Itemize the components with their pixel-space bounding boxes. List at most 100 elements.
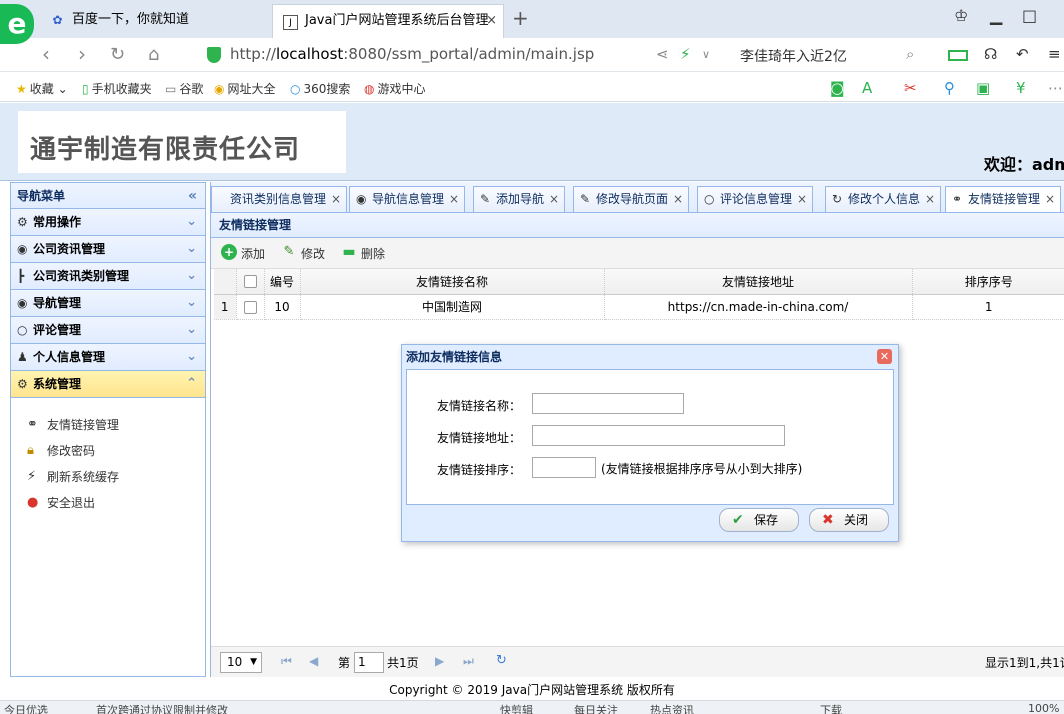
lightning-icon[interactable]: ⚡ [680,45,691,63]
shirt-icon[interactable]: ♔ [954,6,968,25]
dialog-title-bar[interactable]: 添加友情链接信息 ✕ [402,345,898,369]
table-row[interactable]: 1 10 中国制造网 https://cn.made-in-china.com/… [214,294,1064,320]
tab-news-category[interactable]: 资讯类别信息管理 × [211,186,348,212]
nav-item-change-password[interactable]: 🔒︎ 修改密码 [11,438,205,464]
link-name-input[interactable] [532,393,684,414]
link-url-input[interactable] [532,425,785,446]
page-number-input[interactable]: 1 [354,652,384,673]
tab-navigation[interactable]: ◉ 导航信息管理 × [349,186,466,212]
currency-icon[interactable]: ¥ [1016,79,1026,97]
close-tab-icon[interactable]: × [549,187,559,212]
delete-button[interactable]: ▬ 删除 [341,244,385,262]
search-icon[interactable]: ⌕ [906,45,914,63]
search-suggestion[interactable]: 李佳琦年入近2亿 [740,46,847,66]
nav-group-profile[interactable]: ♟ 个人信息管理 ⌄ [11,344,205,371]
close-tab-icon[interactable]: × [331,187,341,212]
bookmark-360[interactable]: ○ 360搜索 [290,80,350,97]
nav-item-friend-links[interactable]: ⚭ 友情链接管理 [11,412,205,438]
magnifier-icon[interactable]: ⚲ [944,79,955,97]
column-header[interactable]: 友情链接名称 [300,269,605,295]
more-icon[interactable]: ⋯ [1048,79,1063,97]
reload-icon[interactable]: ↻ [110,44,125,65]
nav-group-navigation[interactable]: ◉ 导航管理 ⌄ [11,290,205,317]
column-header[interactable]: 编号 [264,269,301,295]
column-header[interactable]: 友情链接地址 [604,269,913,295]
tab-friend-links[interactable]: ⚭ 友情链接管理 × [945,186,1062,212]
collapse-panel-icon[interactable]: « [188,183,197,209]
add-button[interactable]: + 添加 [221,244,265,262]
nav-item-refresh-cache[interactable]: ⚡ 刷新系统缓存 [11,464,205,490]
bookmark-favorites[interactable]: ★ 收藏 ⌄ [16,80,68,97]
bookmark-hao[interactable]: ◉ 网址大全 [214,80,276,97]
bookmark-games[interactable]: ◍ 游戏中心 [364,80,426,97]
tab-edit-profile[interactable]: ↻ 修改个人信息 × [825,186,942,212]
nav-group-label: 评论管理 [33,323,82,337]
cell-order: 1 [912,294,1064,320]
save-button[interactable]: ✔ 保存 [719,508,799,532]
column-header[interactable]: 排序序号 [912,269,1064,295]
gamepad-icon[interactable]: ▣ [976,79,990,97]
forward-icon[interactable]: › [78,42,86,66]
navigation-icon: ◉ [17,296,28,310]
select-all-checkbox[interactable] [243,275,257,289]
scissors-icon[interactable]: ✂ [904,79,917,97]
chevron-down-icon[interactable]: ∨ [702,48,710,61]
close-tab-icon[interactable]: × [797,187,807,212]
chevron-down-icon: ⌄ [186,268,197,283]
next-page-icon[interactable]: ▶ [435,654,444,668]
table-header-row: 编号 友情链接名称 友情链接地址 排序序号 [214,269,1064,295]
prev-page-icon[interactable]: ◀ [309,654,318,668]
link-order-input[interactable] [532,457,596,478]
home-icon[interactable]: ⌂ [148,44,159,65]
nav-group-common[interactable]: ⚙ 常用操作 ⌄ [11,209,205,236]
bookmark-mobile[interactable]: ▯ 手机收藏夹 [82,80,152,97]
bookmark-google[interactable]: ▭ 谷歌 [165,80,203,97]
close-tab-icon[interactable]: × [673,187,683,212]
menu-icon[interactable]: ≡ [1048,45,1061,63]
translate-icon[interactable]: A [862,79,872,97]
back-icon[interactable]: ‹ [42,42,50,66]
status-item[interactable]: 每日关注 [574,702,618,714]
nav-group-news-category[interactable]: ┣ 公司资讯类别管理 ⌄ [11,263,205,290]
share-icon[interactable]: ⋖ [656,45,669,63]
close-tab-icon[interactable]: × [1045,187,1055,212]
content-tabs: « 资讯类别信息管理 × ◉ 导航信息管理 × ✎ 添加导航 × ✎ 修改导航页… [211,182,1064,213]
edit-button[interactable]: ✎ 修改 [281,244,325,262]
status-item[interactable]: 下载 [820,702,842,714]
minimize-icon[interactable]: ▁ [990,6,1002,25]
undo-icon[interactable]: ↶ [1016,45,1029,63]
last-page-icon[interactable]: ⏭ [463,654,474,669]
maximize-icon[interactable]: □ [1022,6,1037,25]
close-tab-icon[interactable]: × [925,187,935,212]
zoom-level[interactable]: 100% [1028,702,1059,714]
row-checkbox[interactable] [243,300,257,314]
nav-group-label: 公司资讯管理 [33,242,106,256]
headphones-icon[interactable]: ☊ [984,45,997,63]
close-tab-icon[interactable]: × [449,187,459,212]
nav-group-comments[interactable]: ○ 评论管理 ⌄ [11,317,205,344]
tab-add-navigation[interactable]: ✎ 添加导航 × [473,186,566,212]
nav-group-system[interactable]: ⚙ 系统管理 ⌃ [11,371,205,398]
refresh-icon[interactable]: ↻ [496,653,507,668]
close-tab-icon[interactable]: × [486,5,497,37]
url-input[interactable]: http://localhost:8080/ssm_portal/admin/m… [230,45,594,63]
nav-group-news[interactable]: ◉ 公司资讯管理 ⌄ [11,236,205,263]
close-icon[interactable]: ✕ [877,349,892,364]
status-item[interactable]: 快剪辑 [500,702,533,714]
system-icon: ⚙ [17,377,28,391]
page-size-select[interactable]: 10 ▼ [220,652,262,673]
close-button[interactable]: ✖ 关闭 [809,508,889,532]
first-page-icon[interactable]: ⏮ [281,654,292,669]
status-item[interactable]: 热点资讯 [650,702,694,714]
wechat-icon[interactable]: ◙ [830,79,845,97]
browser-tab-admin[interactable]: J Java门户网站管理系统后台管理 × [272,4,504,38]
new-tab-icon[interactable]: + [512,6,529,30]
battery-icon[interactable] [948,50,968,61]
browser-tab-baidu[interactable]: ✿ 百度一下，你就知道 [40,4,270,38]
tab-edit-navigation[interactable]: ✎ 修改导航页面 × [573,186,690,212]
status-item[interactable]: 首次跨通过协议限制并修改 [96,702,228,714]
tab-comments[interactable]: ○ 评论信息管理 × [697,186,814,212]
company-name: 通宇制造有限责任公司 [30,135,301,165]
nav-item-logout[interactable]: ● 安全退出 [11,490,205,516]
status-item[interactable]: 今日优选 [4,702,48,714]
